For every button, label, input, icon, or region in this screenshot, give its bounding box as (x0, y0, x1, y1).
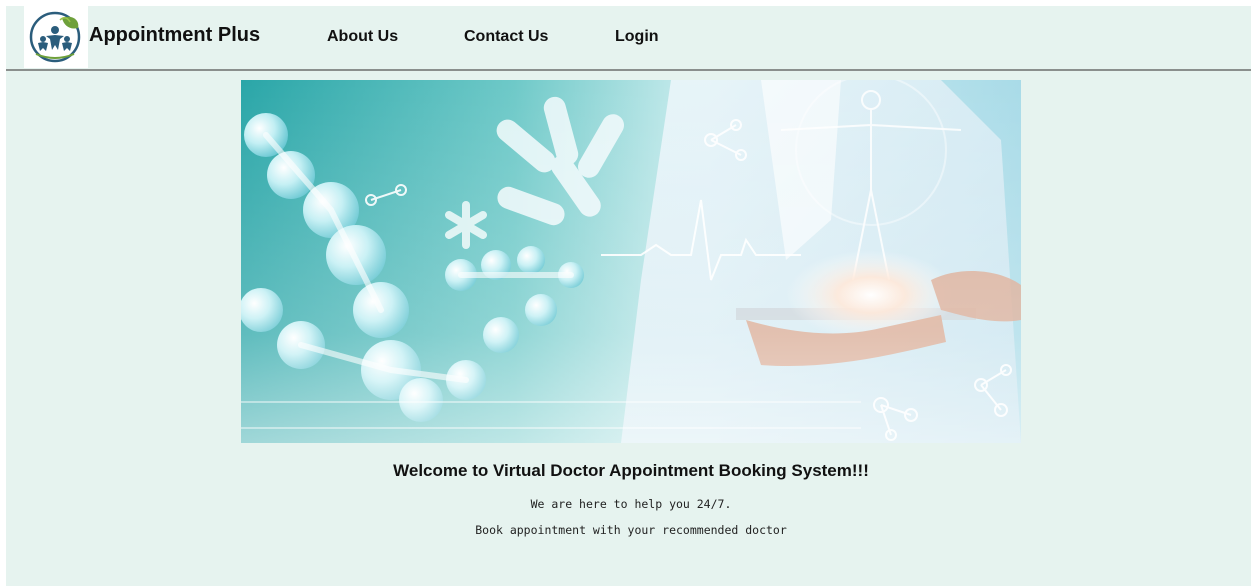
subtitle-text: Book appointment with your recommended d… (475, 523, 787, 537)
medical-dna-doctor-icon (241, 80, 1021, 443)
nav-about-us[interactable]: About Us (327, 28, 398, 46)
brand-name[interactable]: Appointment Plus (89, 24, 260, 47)
hero-banner-image (241, 80, 1021, 443)
nav-login[interactable]: Login (615, 28, 659, 46)
nav-contact-us[interactable]: Contact Us (464, 28, 548, 46)
tagline-text: We are here to help you 24/7. (530, 497, 732, 511)
family-leaf-logo-icon (29, 11, 81, 63)
navbar: Appointment Plus About Us Contact Us Log… (6, 6, 1251, 71)
page: Appointment Plus About Us Contact Us Log… (6, 6, 1251, 586)
logo[interactable] (24, 6, 88, 68)
welcome-heading: Welcome to Virtual Doctor Appointment Bo… (393, 461, 869, 480)
